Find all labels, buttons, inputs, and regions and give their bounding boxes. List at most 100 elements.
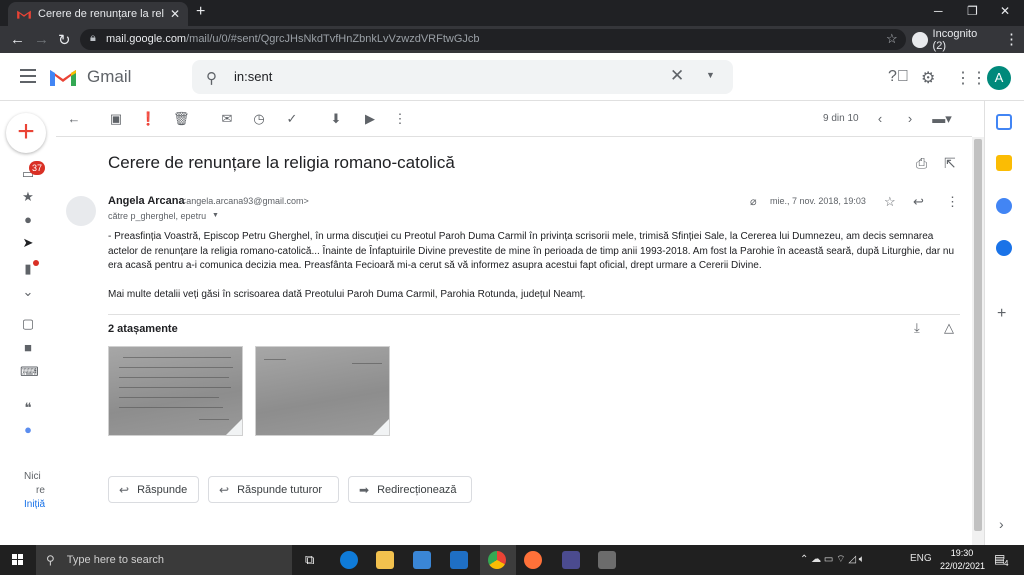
- meet-new-icon[interactable]: ▢: [20, 316, 36, 332]
- browser-toolbar: ← → ↻ 🔒︎ mail.google.com/mail/u/0/#sent/…: [0, 26, 1024, 53]
- keyboard-icon[interactable]: ⌨: [20, 364, 39, 380]
- help-icon[interactable]: ?⃝: [888, 68, 909, 86]
- store-icon[interactable]: [413, 551, 431, 569]
- sender-name: Angela Arcana: [108, 195, 185, 207]
- scrollbar-thumb[interactable]: [974, 139, 982, 531]
- delete-icon[interactable]: 🗑︎: [173, 111, 190, 127]
- main-menu-icon[interactable]: [20, 69, 36, 87]
- restore-icon[interactable]: ❐: [967, 4, 978, 18]
- apps-grid-icon[interactable]: ⋮⋮: [955, 68, 987, 88]
- tasks-icon[interactable]: [996, 198, 1012, 214]
- recipient-details-chevron-icon[interactable]: ▼: [212, 212, 219, 219]
- task-view-icon[interactable]: ⧉: [305, 552, 314, 568]
- search-icon[interactable]: ⚲: [206, 69, 217, 87]
- browser-menu-icon[interactable]: ⋮: [1004, 30, 1019, 48]
- back-icon[interactable]: ←: [10, 31, 25, 48]
- contacts-person-icon[interactable]: ●: [20, 422, 36, 437]
- tab-title: Cerere de renunțare la religia ro: [38, 8, 164, 20]
- new-tab-icon[interactable]: +: [196, 3, 205, 21]
- input-language[interactable]: ENG: [910, 553, 932, 564]
- windows-taskbar: ⚲ Type here to search ⧉ ⌃ ☁ ▭ ⌔ ◿ 🔈︎ ENG…: [0, 545, 1024, 575]
- older-icon[interactable]: ›: [902, 111, 918, 126]
- forward-icon[interactable]: →: [34, 31, 49, 48]
- taskbar-search-icon: ⚲: [46, 553, 55, 567]
- taskbar-clock[interactable]: 19:30 22/02/2021: [940, 547, 985, 573]
- message-body: - Preasfinția Voastră, Episcop Petru Ghe…: [108, 230, 960, 316]
- mail-app-icon[interactable]: [450, 551, 468, 569]
- app-icon[interactable]: [562, 551, 580, 569]
- archive-icon[interactable]: ▣: [108, 111, 124, 127]
- hangouts-icon[interactable]: ❝: [20, 400, 36, 416]
- add-task-icon[interactable]: ✓: [284, 111, 300, 127]
- calendar-icon[interactable]: [996, 114, 1012, 130]
- system-tray-icons[interactable]: ⌃ ☁ ▭ ⌔ ◿ 🔈︎: [800, 553, 865, 566]
- save-to-drive-icon[interactable]: △: [944, 320, 954, 336]
- starred-icon[interactable]: ★: [20, 189, 36, 205]
- url-path: /mail/u/0/#sent/QgrcJHsNkdTvfHnZbnkLvVzw…: [186, 33, 480, 45]
- attachment-thumbnail[interactable]: [108, 346, 243, 436]
- print-icon[interactable]: ⎙: [916, 155, 927, 172]
- incognito-icon: [912, 31, 928, 48]
- add-addon-icon[interactable]: +: [997, 305, 1006, 323]
- message-subject: Cerere de renunțare la religia romano-ca…: [108, 153, 455, 172]
- browser-tab-strip: Cerere de renunțare la religia ro ✕ + ─ …: [0, 0, 1024, 26]
- minimize-icon[interactable]: ─: [934, 4, 943, 18]
- gmail-logo-icon: [50, 70, 76, 86]
- back-to-list-icon[interactable]: ←: [66, 111, 82, 126]
- attachments-title: 2 atașamente: [108, 323, 178, 335]
- address-bar[interactable]: 🔒︎ mail.google.com/mail/u/0/#sent/QgrcJH…: [80, 29, 906, 50]
- edge-icon[interactable]: [340, 551, 358, 569]
- sent-icon[interactable]: ➤: [20, 235, 36, 251]
- show-side-panel-icon[interactable]: ›: [999, 516, 1004, 532]
- more-actions-icon[interactable]: ⋮: [392, 111, 408, 127]
- forward-button[interactable]: ➡ Redirecționează: [348, 476, 472, 503]
- search-input[interactable]: in:sent: [234, 69, 272, 84]
- search-options-icon[interactable]: ▼: [706, 70, 715, 80]
- forward-arrow-icon: ➡: [359, 482, 370, 497]
- open-new-window-icon[interactable]: ⇱: [944, 155, 956, 172]
- gmail-logo-text: Gmail: [87, 67, 132, 86]
- chrome-icon[interactable]: [488, 551, 506, 569]
- input-tools-icon[interactable]: ▬▾: [930, 111, 954, 127]
- reload-icon[interactable]: ↻: [58, 31, 71, 49]
- reply-button[interactable]: ↩ Răspunde: [108, 476, 199, 503]
- close-tab-icon[interactable]: ✕: [170, 7, 180, 21]
- url-host: mail.google.com: [106, 33, 187, 45]
- notification-count: 4: [1004, 559, 1009, 568]
- report-spam-icon[interactable]: ❗: [140, 111, 156, 127]
- account-avatar[interactable]: A: [987, 66, 1011, 90]
- reply-icon[interactable]: ↩: [913, 194, 924, 210]
- browser-tab[interactable]: Cerere de renunțare la religia ro ✕: [8, 2, 188, 26]
- download-all-icon[interactable]: ⤓: [914, 320, 920, 336]
- message-more-icon[interactable]: ⋮: [946, 194, 959, 210]
- snoozed-icon[interactable]: ●: [20, 212, 36, 227]
- meet-video-icon[interactable]: ■: [20, 340, 36, 355]
- bookmark-star-icon[interactable]: ☆: [886, 31, 898, 47]
- firefox-icon[interactable]: [524, 551, 542, 569]
- settings-gear-icon[interactable]: ⚙: [921, 68, 935, 88]
- search-bar[interactable]: ⚲ in:sent ✕ ▼: [192, 60, 733, 94]
- compose-button[interactable]: +: [6, 113, 46, 153]
- more-chevron-icon[interactable]: ⌄: [20, 284, 36, 300]
- sender-avatar: [66, 196, 96, 226]
- label-icon[interactable]: ▶: [362, 111, 378, 127]
- star-icon[interactable]: ☆: [884, 194, 896, 210]
- incognito-indicator[interactable]: Incognito (2): [912, 28, 992, 52]
- reply-all-button[interactable]: ↩ Răspunde tuturor: [208, 476, 339, 503]
- mark-unread-icon[interactable]: ✉: [219, 111, 235, 127]
- close-window-icon[interactable]: ✕: [1000, 4, 1010, 18]
- recipients[interactable]: către p_gherghel, epetru: [108, 211, 206, 221]
- contacts-icon[interactable]: [996, 240, 1012, 256]
- newer-icon[interactable]: ‹: [872, 111, 888, 126]
- snooze-icon[interactable]: ◷: [251, 111, 267, 127]
- keep-icon[interactable]: [996, 155, 1012, 171]
- taskbar-search[interactable]: ⚲ Type here to search: [36, 545, 292, 575]
- clear-search-icon[interactable]: ✕: [670, 66, 684, 86]
- reply-arrow-icon: ↩: [119, 482, 130, 497]
- attachment-thumbnail[interactable]: [255, 346, 390, 436]
- gmail-favicon-icon: [17, 10, 31, 19]
- calculator-icon[interactable]: [598, 551, 616, 569]
- move-to-icon[interactable]: ⬇: [328, 111, 344, 127]
- windows-start-icon[interactable]: [12, 554, 24, 566]
- file-explorer-icon[interactable]: [376, 551, 394, 569]
